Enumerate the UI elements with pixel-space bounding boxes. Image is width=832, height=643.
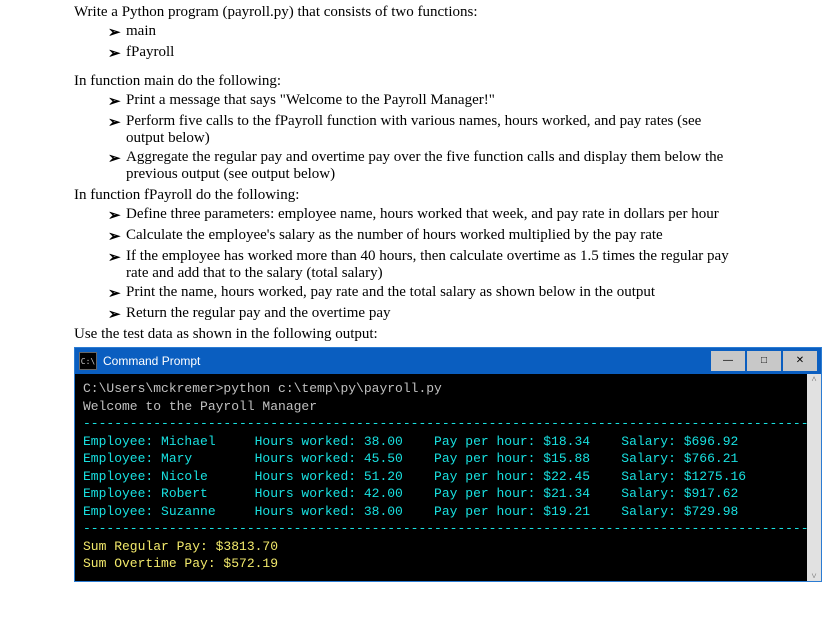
- window-titlebar: C:\ Command Prompt — □ ✕: [75, 348, 821, 374]
- triangle-bullet-icon: ➢: [108, 284, 126, 303]
- terminal-body[interactable]: C:\Users\mckremer>python c:\temp\py\payr…: [75, 374, 821, 581]
- minimize-button[interactable]: —: [711, 351, 745, 371]
- list-item: ➢Aggregate the regular pay and overtime …: [108, 149, 740, 183]
- close-icon: ✕: [796, 356, 804, 366]
- cmd-icon: C:\: [79, 352, 97, 370]
- table-row: Employee: Robert Hours worked: 42.00 Pay…: [83, 485, 813, 503]
- table-row: Employee: Michael Hours worked: 38.00 Pa…: [83, 433, 813, 451]
- prompt-line: C:\Users\mckremer>python c:\temp\py\payr…: [83, 380, 813, 398]
- maximize-button[interactable]: □: [747, 351, 781, 371]
- sum-regular-line: Sum Regular Pay: $3813.70: [83, 538, 813, 556]
- intro-bullets: ➢main ➢fPayroll: [108, 23, 740, 63]
- triangle-bullet-icon: ➢: [108, 113, 126, 132]
- list-item: ➢Print a message that says "Welcome to t…: [108, 92, 740, 111]
- list-item: ➢Print the name, hours worked, pay rate …: [108, 284, 740, 303]
- divider-line: ----------------------------------------…: [83, 520, 813, 538]
- maximize-icon: □: [761, 356, 767, 366]
- triangle-bullet-icon: ➢: [108, 248, 126, 267]
- table-row: Employee: Suzanne Hours worked: 38.00 Pa…: [83, 503, 813, 521]
- triangle-bullet-icon: ➢: [108, 206, 126, 225]
- welcome-line: Welcome to the Payroll Manager: [83, 398, 813, 416]
- triangle-bullet-icon: ➢: [108, 305, 126, 324]
- fpayroll-section-heading: In function fPayroll do the following:: [74, 187, 740, 204]
- triangle-bullet-icon: ➢: [108, 227, 126, 246]
- main-bullets: ➢Print a message that says "Welcome to t…: [108, 92, 740, 183]
- intro-text: Write a Python program (payroll.py) that…: [74, 4, 740, 21]
- window-title: Command Prompt: [103, 354, 711, 368]
- list-item: ➢Calculate the employee's salary as the …: [108, 227, 740, 246]
- list-item: ➢fPayroll: [108, 44, 740, 63]
- list-item: ➢Return the regular pay and the overtime…: [108, 305, 740, 324]
- close-button[interactable]: ✕: [783, 351, 817, 371]
- list-item: ➢Define three parameters: employee name,…: [108, 206, 740, 225]
- table-row: Employee: Nicole Hours worked: 51.20 Pay…: [83, 468, 813, 486]
- scroll-up-icon[interactable]: ˄: [811, 374, 816, 384]
- scrollbar[interactable]: ˄ ˅: [807, 374, 821, 581]
- scroll-down-icon[interactable]: ˅: [811, 571, 816, 581]
- command-prompt-window: C:\ Command Prompt — □ ✕ C:\Users\mckrem…: [74, 347, 822, 582]
- main-section-heading: In function main do the following:: [74, 73, 740, 90]
- employee-table: Employee: Michael Hours worked: 38.00 Pa…: [83, 433, 813, 521]
- list-item: ➢Perform five calls to the fPayroll func…: [108, 113, 740, 147]
- triangle-bullet-icon: ➢: [108, 149, 126, 168]
- triangle-bullet-icon: ➢: [108, 92, 126, 111]
- list-item: ➢main: [108, 23, 740, 42]
- testdata-line: Use the test data as shown in the follow…: [74, 326, 740, 343]
- triangle-bullet-icon: ➢: [108, 44, 126, 63]
- triangle-bullet-icon: ➢: [108, 23, 126, 42]
- fpayroll-bullets: ➢Define three parameters: employee name,…: [108, 206, 740, 324]
- minimize-icon: —: [723, 356, 733, 366]
- list-item: ➢If the employee has worked more than 40…: [108, 248, 740, 282]
- divider-line: ----------------------------------------…: [83, 415, 813, 433]
- table-row: Employee: Mary Hours worked: 45.50 Pay p…: [83, 450, 813, 468]
- sum-overtime-line: Sum Overtime Pay: $572.19: [83, 555, 813, 573]
